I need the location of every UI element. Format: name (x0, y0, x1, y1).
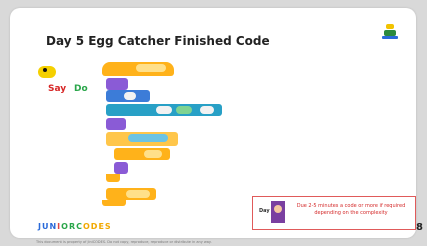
page-number: 8 (416, 222, 423, 233)
sprite-say-do-legend: Say Do (38, 66, 108, 100)
motion-block (106, 90, 150, 102)
looks-block-3 (114, 162, 128, 174)
brand-logo-icon (382, 24, 398, 40)
looks-block (106, 78, 128, 90)
code-blocks (102, 62, 242, 206)
set-position-block (106, 104, 222, 116)
info-callout: Day Due 2-5 minutes a code or more if re… (252, 196, 416, 230)
forever-end-block (102, 200, 126, 206)
do-label: Do (74, 84, 88, 94)
footer-disclaimer: This document is property of JiniCODES. … (36, 240, 212, 244)
looks-block-2 (106, 118, 126, 130)
info-tag: Day (259, 208, 270, 214)
slide-panel: Day 5 Egg Catcher Finished Code Say Do D… (10, 8, 416, 244)
if-touching-block (106, 132, 178, 146)
broadcast-block (106, 188, 156, 200)
chick-sprite-icon (38, 66, 56, 78)
info-text: Due 2-5 minutes a code or more if requir… (296, 203, 406, 217)
page-title: Day 5 Egg Catcher Finished Code (46, 34, 270, 48)
change-score-block (114, 148, 170, 160)
when-flag-clicked-block (102, 62, 174, 76)
character-image (271, 201, 285, 223)
if-end-block (106, 174, 120, 182)
brand-wordmark: JUNIORCODES (38, 222, 112, 231)
say-label: Say (48, 84, 67, 94)
